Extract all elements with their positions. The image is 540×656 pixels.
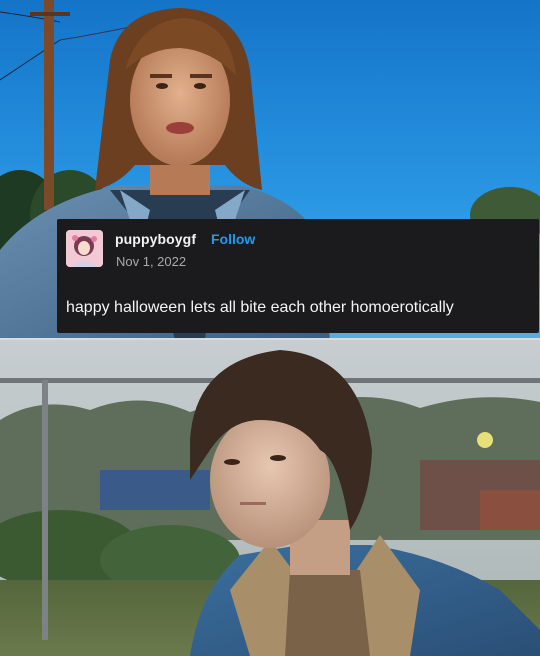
post-card: puppyboygf Follow Nov 1, 2022 happy hall… bbox=[57, 219, 539, 333]
bottom-photo-scene bbox=[0, 340, 540, 656]
post-username[interactable]: puppyboygf bbox=[115, 231, 196, 247]
follow-button[interactable]: Follow bbox=[211, 231, 255, 247]
avatar[interactable] bbox=[66, 230, 103, 267]
post-text: happy halloween lets all bite each other… bbox=[66, 299, 454, 316]
post-date: Nov 1, 2022 bbox=[116, 254, 187, 269]
bottom-photo bbox=[0, 340, 540, 656]
avatar-image bbox=[66, 230, 103, 267]
